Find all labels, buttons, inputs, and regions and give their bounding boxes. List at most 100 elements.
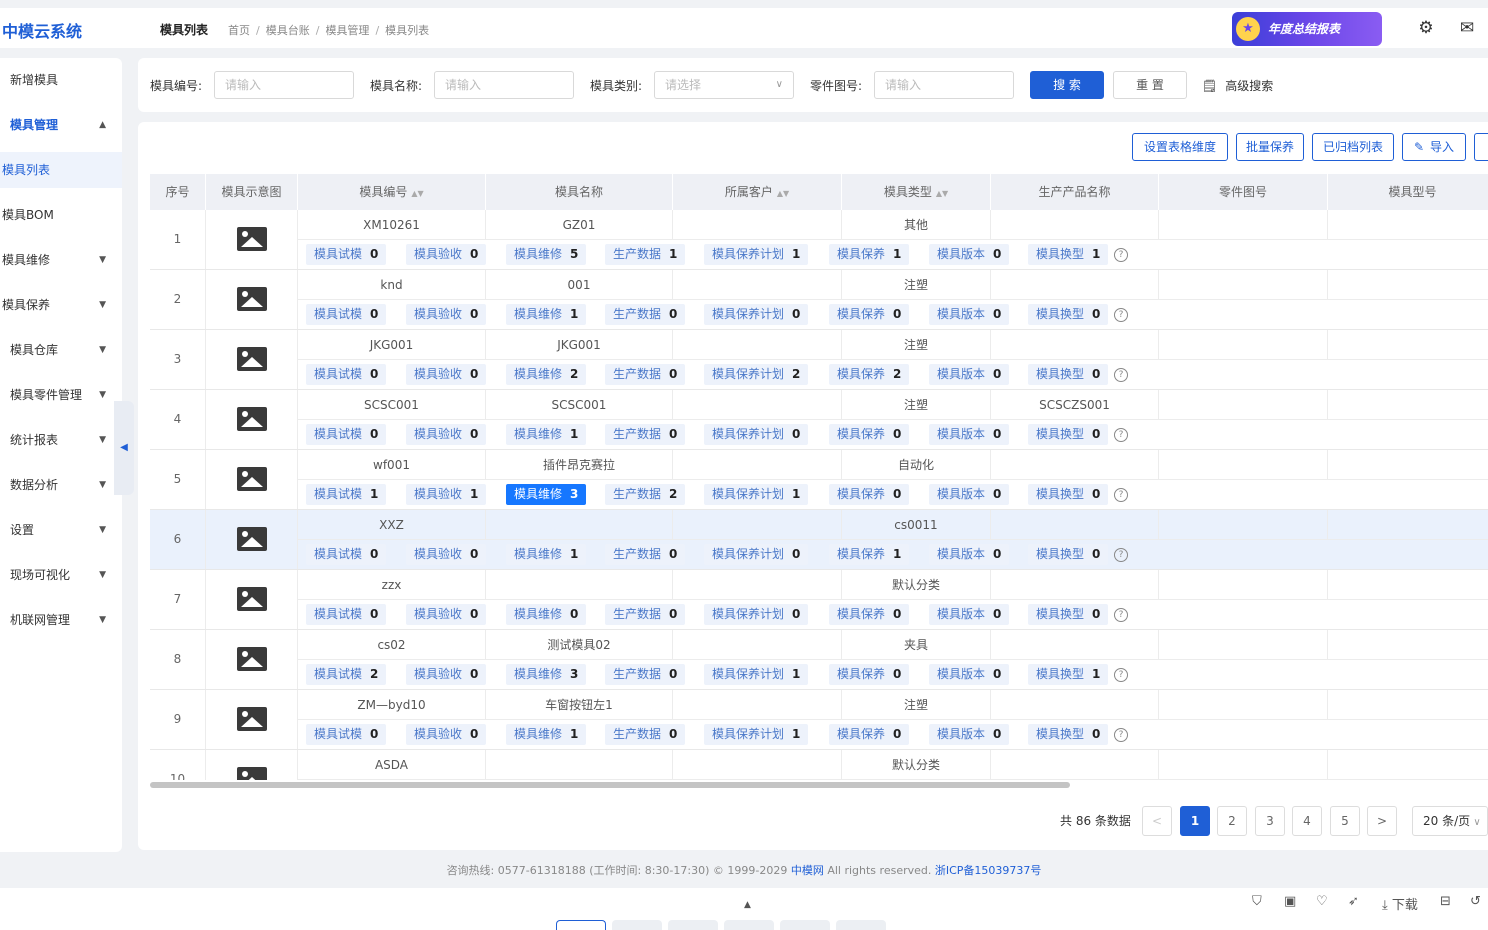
record-tag[interactable]: 模具换型 0 xyxy=(1028,304,1109,325)
record-tag[interactable]: 模具保养 0 xyxy=(829,604,910,625)
sidebar-item-data-analysis[interactable]: 数据分析 ▼ xyxy=(0,467,122,503)
record-tag[interactable]: 模具保养计划 2 xyxy=(704,364,809,385)
record-tag[interactable]: 生产数据 0 xyxy=(605,664,686,685)
record-tag[interactable]: 模具版本 0 xyxy=(929,484,1010,505)
record-tag[interactable]: 模具保养 0 xyxy=(829,724,910,745)
record-tag[interactable]: 模具换型 0 xyxy=(1028,484,1109,505)
sidebar-item-mold-management[interactable]: 模具管理 ▲ xyxy=(0,107,122,143)
record-tag[interactable]: 模具维修 3 xyxy=(506,484,587,505)
record-tag[interactable]: 模具保养计划 0 xyxy=(704,604,809,625)
help-icon[interactable]: ? xyxy=(1114,728,1128,742)
browser-tab[interactable] xyxy=(612,920,662,930)
shield-icon[interactable]: ⛉ xyxy=(1252,894,1262,909)
help-icon[interactable]: ? xyxy=(1114,668,1128,682)
mold-thumbnail[interactable] xyxy=(206,270,298,329)
record-tag[interactable]: 模具换型 0 xyxy=(1028,364,1109,385)
batch-maintenance-button[interactable]: 批量保养 xyxy=(1236,133,1304,161)
record-tag[interactable]: 模具换型 1 xyxy=(1028,664,1109,685)
page-2-button[interactable]: 2 xyxy=(1217,806,1247,836)
sidebar-item-add-mold[interactable]: 新增模具 xyxy=(0,62,122,98)
footer-brand-link[interactable]: 中模网 xyxy=(791,864,824,877)
footer-icp-link[interactable]: 浙ICP备15039737号 xyxy=(935,864,1042,877)
record-tag[interactable]: 模具验收 0 xyxy=(406,304,487,325)
record-tag[interactable]: 模具维修 2 xyxy=(506,364,587,385)
mold-thumbnail[interactable] xyxy=(206,690,298,749)
record-tag[interactable]: 模具试模 0 xyxy=(306,304,387,325)
column-header[interactable]: 所属客户 ▲▼ xyxy=(673,174,842,210)
mold-name-input[interactable]: 请输入 xyxy=(434,71,574,99)
table-row[interactable]: 1 XM10261 GZ01 其他 模具试模 0 模具验收 0 模具维修 5 生产数据 1 模具保养计划… xyxy=(150,210,1488,270)
record-tag[interactable]: 模具保养 0 xyxy=(829,664,910,685)
help-icon[interactable]: ? xyxy=(1114,548,1128,562)
record-tag[interactable]: 模具换型 0 xyxy=(1028,424,1109,445)
record-tag[interactable]: 模具版本 0 xyxy=(929,424,1010,445)
record-tag[interactable]: 模具保养 0 xyxy=(829,304,910,325)
mold-thumbnail[interactable] xyxy=(206,750,298,780)
advanced-search-link[interactable]: 🗒 高级搜索 xyxy=(1202,77,1273,94)
record-tag[interactable]: 模具验收 0 xyxy=(406,364,487,385)
mold-category-select[interactable]: 请选择 ∨ xyxy=(654,71,794,99)
more-button[interactable] xyxy=(1474,133,1488,161)
record-tag[interactable]: 模具维修 1 xyxy=(506,724,587,745)
record-tag[interactable]: 模具保养 0 xyxy=(829,484,910,505)
settings-icon[interactable]: ⚙ xyxy=(1416,18,1436,38)
annual-report-banner[interactable]: ★ 年度总结报表 xyxy=(1232,12,1382,46)
table-row[interactable]: 5 wf001 插件昂克赛拉 自动化 模具试模 1 模具验收 1 模具维修 3 生产数据 2 模具保养计… xyxy=(150,450,1488,510)
table-row[interactable]: 4 SCSC001 SCSC001 注塑 SCSCZS001 模具试模 0 模具验收 0 模具维修… xyxy=(150,390,1488,450)
app-logo[interactable]: 中模云系统 xyxy=(2,18,82,42)
record-tag[interactable]: 模具保养 2 xyxy=(829,364,910,385)
sidebar-item-visualization[interactable]: 现场可视化 ▼ xyxy=(0,557,122,593)
record-tag[interactable]: 模具试模 0 xyxy=(306,364,387,385)
record-tag[interactable]: 模具验收 0 xyxy=(406,424,487,445)
help-icon[interactable]: ? xyxy=(1114,368,1128,382)
mold-thumbnail[interactable] xyxy=(206,210,298,269)
mold-thumbnail[interactable] xyxy=(206,390,298,449)
record-tag[interactable]: 模具保养计划 0 xyxy=(704,304,809,325)
record-tag[interactable]: 模具保养 1 xyxy=(829,544,910,565)
browser-tab[interactable] xyxy=(556,920,606,930)
sidebar-item-settings[interactable]: 设置 ▼ xyxy=(0,512,122,548)
mold-thumbnail[interactable] xyxy=(206,510,298,569)
horizontal-scrollbar[interactable] xyxy=(150,782,1070,788)
table-row[interactable]: 3 JKG001 JKG001 注塑 模具试模 0 模具验收 0 模具维修 2 生产数据 0 模具保养计… xyxy=(150,330,1488,390)
sort-icon[interactable]: ▲▼ xyxy=(411,189,423,198)
record-tag[interactable]: 模具保养 1 xyxy=(829,244,910,265)
rocket-icon[interactable]: ➶ xyxy=(1348,894,1359,909)
sidebar-collapse-toggle[interactable]: ◀ xyxy=(114,401,134,495)
sidebar-item-mold-warehouse[interactable]: 模具仓库 ▼ xyxy=(0,332,122,368)
record-tag[interactable]: 模具保养计划 1 xyxy=(704,484,809,505)
table-row[interactable]: 6 XXZ cs0011 模具试模 0 模具验收 0 模具维修 1 生产数据 0 模具保养计划 0 模具保… xyxy=(150,510,1488,570)
heart-icon[interactable]: ♡ xyxy=(1316,894,1328,909)
mold-thumbnail[interactable] xyxy=(206,630,298,689)
page-3-button[interactable]: 3 xyxy=(1255,806,1285,836)
record-tag[interactable]: 模具维修 5 xyxy=(506,244,587,265)
help-icon[interactable]: ? xyxy=(1114,428,1128,442)
column-header[interactable]: 模具编号 ▲▼ xyxy=(298,174,486,210)
help-icon[interactable]: ? xyxy=(1114,248,1128,262)
archived-list-button[interactable]: 已归档列表 xyxy=(1312,133,1394,161)
page-5-button[interactable]: 5 xyxy=(1330,806,1360,836)
record-tag[interactable]: 模具试模 0 xyxy=(306,544,387,565)
history-icon[interactable]: ↺ xyxy=(1470,894,1481,909)
record-tag[interactable]: 模具换型 0 xyxy=(1028,604,1109,625)
table-row[interactable]: 2 knd 001 注塑 模具试模 0 模具验收 0 模具维修 1 生产数据 0 模具保养计划 0 模具保养… xyxy=(150,270,1488,330)
record-tag[interactable]: 生产数据 1 xyxy=(605,244,686,265)
record-tag[interactable]: 生产数据 0 xyxy=(605,364,686,385)
record-tag[interactable]: 生产数据 2 xyxy=(605,484,686,505)
record-tag[interactable]: 模具版本 0 xyxy=(929,244,1010,265)
browser-tab[interactable] xyxy=(780,920,830,930)
record-tag[interactable]: 模具维修 1 xyxy=(506,544,587,565)
sort-icon[interactable]: ▲▼ xyxy=(936,189,948,198)
next-page-button[interactable]: > xyxy=(1367,806,1397,836)
table-row[interactable]: 7 zzx 默认分类 模具试模 0 模具验收 0 模具维修 0 生产数据 0 模具保养计划 0 模具保养 0… xyxy=(150,570,1488,630)
record-tag[interactable]: 模具试模 2 xyxy=(306,664,387,685)
record-tag[interactable]: 模具维修 1 xyxy=(506,424,587,445)
sidebar-item-mold-bom[interactable]: 模具BOM xyxy=(0,197,122,233)
record-tag[interactable]: 模具换型 0 xyxy=(1028,544,1109,565)
mold-thumbnail[interactable] xyxy=(206,570,298,629)
record-tag[interactable]: 模具版本 0 xyxy=(929,724,1010,745)
record-tag[interactable]: 生产数据 0 xyxy=(605,424,686,445)
image-icon[interactable]: ▣ xyxy=(1284,894,1296,909)
page-4-button[interactable]: 4 xyxy=(1292,806,1322,836)
record-tag[interactable]: 模具验收 1 xyxy=(406,484,487,505)
